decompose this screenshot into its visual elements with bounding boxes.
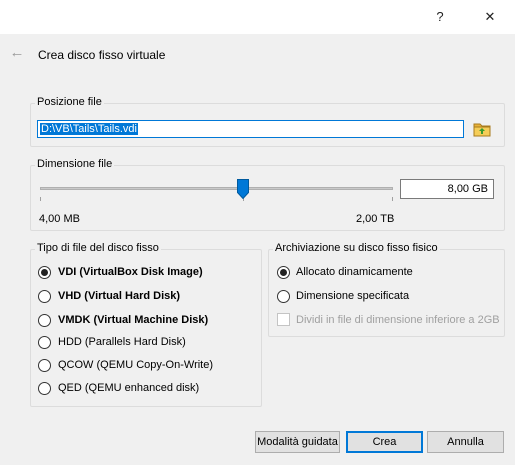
disk-type-label-vmdk[interactable]: VMDK (Virtual Machine Disk) <box>58 314 208 326</box>
slider-thumb-shape <box>237 179 249 200</box>
file-size-slider-track[interactable] <box>40 187 393 190</box>
slider-max-label: 2,00 TB <box>356 213 395 225</box>
slider-tick <box>392 197 393 201</box>
close-button[interactable]: ✕ <box>467 0 513 34</box>
storage-radio-dynamic[interactable] <box>277 266 290 279</box>
browse-folder-button[interactable] <box>472 119 492 139</box>
file-path-value: D:\VB\Tails\Tails.vdi <box>40 123 138 135</box>
slider-min-label: 4,00 MB <box>39 213 80 225</box>
left-arrow-icon: ← <box>9 44 25 61</box>
close-icon: ✕ <box>484 9 496 24</box>
file-size-slider-thumb[interactable] <box>237 179 249 200</box>
file-size-title: Dimensione file <box>35 158 115 170</box>
wizard-title: Crea disco fisso virtuale <box>38 48 166 62</box>
storage-title: Archiviazione su disco fisso fisico <box>273 242 440 254</box>
storage-label-dynamic[interactable]: Allocato dinamicamente <box>296 266 413 278</box>
disk-type-label-qcow[interactable]: QCOW (QEMU Copy-On-Write) <box>58 359 213 371</box>
disk-type-title: Tipo di file del disco fisso <box>35 242 161 254</box>
disk-type-radio-vdi[interactable] <box>38 266 51 279</box>
guided-mode-button[interactable]: Modalità guidata <box>255 431 340 453</box>
disk-type-radio-vhd[interactable] <box>38 290 51 303</box>
cancel-button[interactable]: Annulla <box>427 431 504 453</box>
file-location-title: Posizione file <box>35 96 104 108</box>
disk-type-radio-vmdk[interactable] <box>38 314 51 327</box>
storage-radio-fixed[interactable] <box>277 290 290 303</box>
split-files-checkbox[interactable] <box>277 313 290 326</box>
disk-type-radio-hdd[interactable] <box>38 336 51 349</box>
split-files-label: Dividi in file di dimensione inferiore a… <box>296 314 500 326</box>
back-button[interactable]: ← <box>8 44 26 62</box>
disk-type-label-vhd[interactable]: VHD (Virtual Hard Disk) <box>58 290 180 302</box>
help-button[interactable]: ? <box>417 0 463 34</box>
file-size-input[interactable]: 8,00 GB <box>400 179 494 199</box>
disk-type-radio-qcow[interactable] <box>38 359 51 372</box>
create-button[interactable]: Crea <box>346 431 423 453</box>
file-path-input[interactable]: D:\VB\Tails\Tails.vdi <box>37 120 464 138</box>
storage-label-fixed[interactable]: Dimensione specificata <box>296 290 409 302</box>
disk-type-label-hdd[interactable]: HDD (Parallels Hard Disk) <box>58 336 186 348</box>
slider-tick <box>40 197 41 201</box>
disk-type-radio-qed[interactable] <box>38 382 51 395</box>
disk-type-label-qed[interactable]: QED (QEMU enhanced disk) <box>58 382 199 394</box>
folder-icon <box>473 123 491 137</box>
disk-type-label-vdi[interactable]: VDI (VirtualBox Disk Image) <box>58 266 203 278</box>
